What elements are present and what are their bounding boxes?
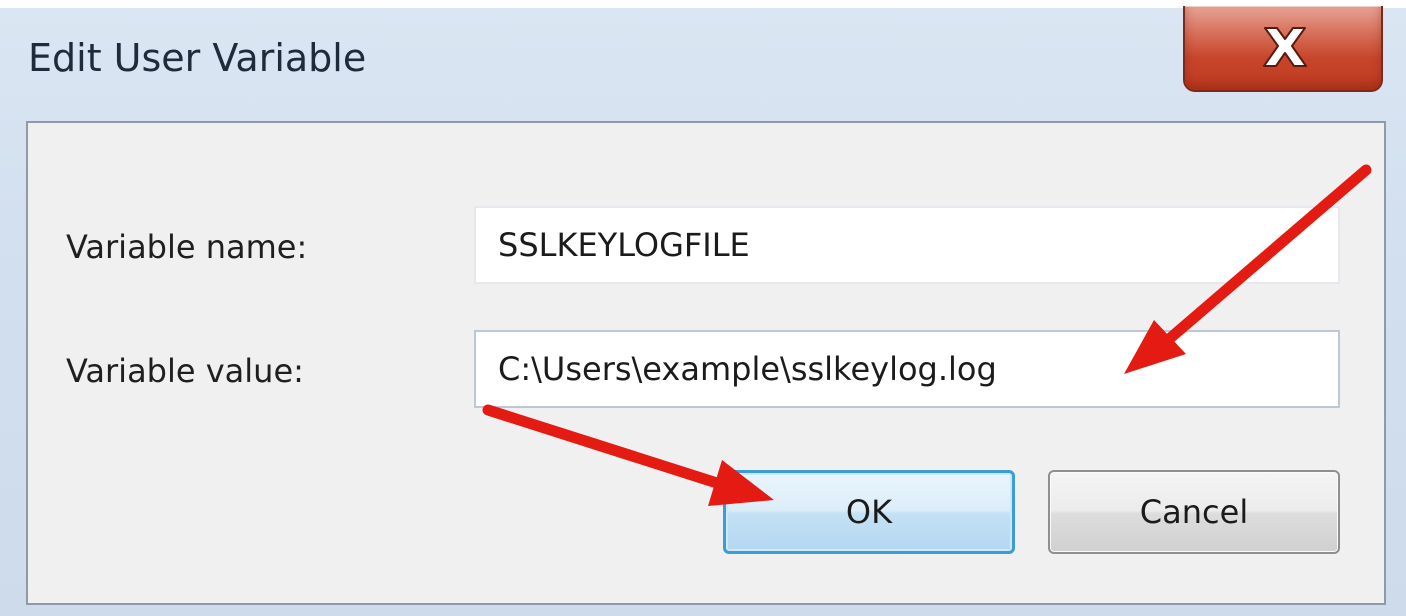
cancel-button[interactable]: Cancel (1048, 470, 1340, 554)
ok-button[interactable]: OK (723, 470, 1015, 554)
variable-value-input[interactable]: C:\Users\example\sslkeylog.log (474, 330, 1340, 408)
close-button[interactable] (1183, 6, 1383, 92)
edit-user-variable-dialog: Edit User Variable Variable name: SSLKEY… (0, 0, 1406, 616)
dialog-title: Edit User Variable (28, 36, 367, 80)
variable-name-label: Variable name: (66, 228, 308, 266)
variable-name-input[interactable]: SSLKEYLOGFILE (474, 206, 1340, 284)
variable-value-label: Variable value: (66, 352, 304, 390)
variable-value-input-value: C:\Users\example\sslkeylog.log (498, 350, 997, 388)
close-x-icon (1263, 27, 1307, 67)
variable-name-input-value: SSLKEYLOGFILE (498, 226, 750, 264)
